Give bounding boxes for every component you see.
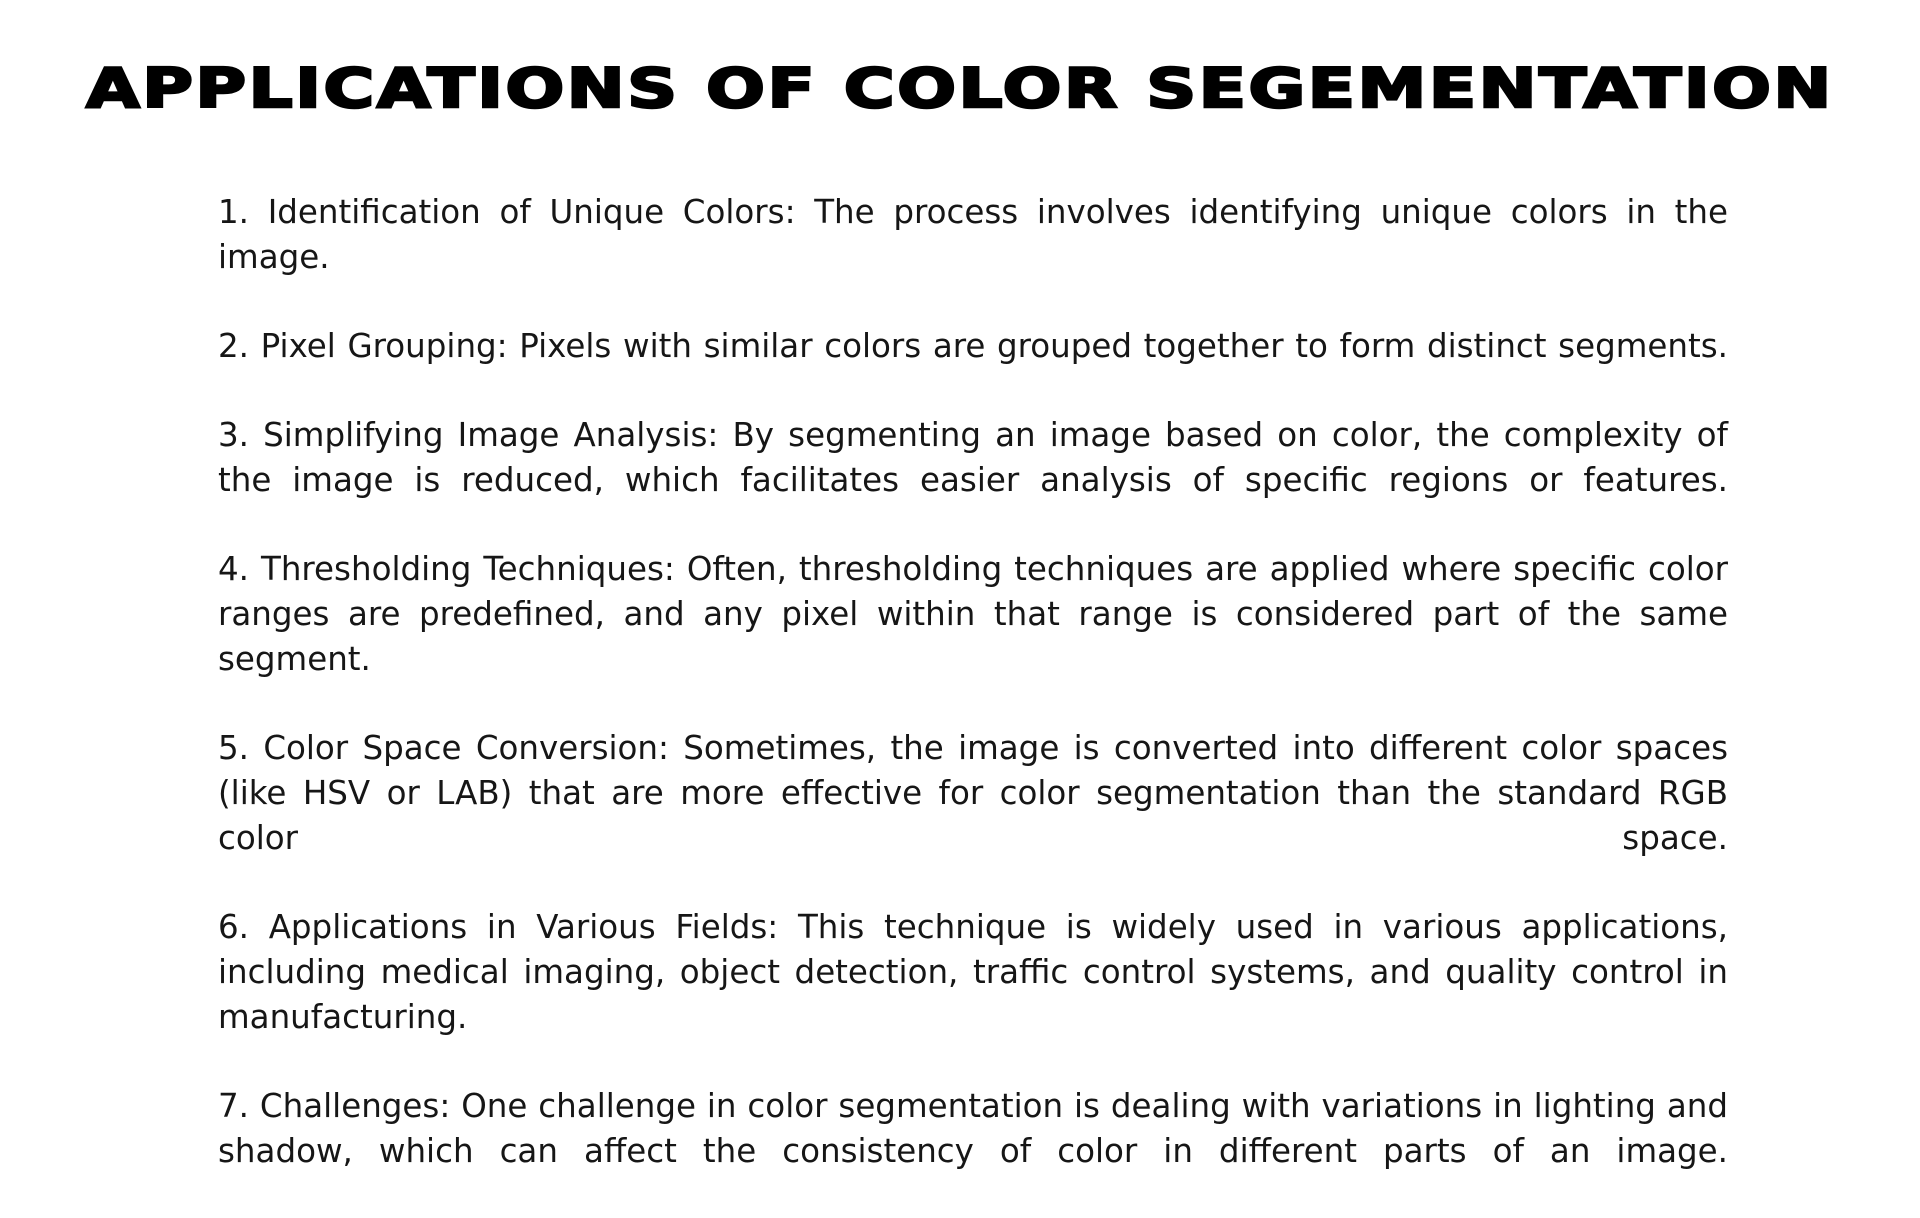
point-thresholding-techniques: 4. Thresholding Techniques: Often, thres… <box>218 550 1728 678</box>
point-challenges: 7. Challenges: One challenge in color se… <box>218 1087 1728 1170</box>
point-applications-in-various-fields: 6. Applications in Various Fields: This … <box>218 908 1728 1036</box>
point-color-space-conversion: 5. Color Space Conversion: Sometimes, th… <box>218 729 1728 857</box>
slide-title: APPLICATIONS OF COLOR SEGEMENTATION <box>85 56 1834 122</box>
application-points-list: 1. Identification of Unique Colors: The … <box>218 190 1728 1218</box>
point-pixel-grouping: 2. Pixel Grouping: Pixels with similar c… <box>218 327 1728 365</box>
point-identification-of-unique-colors: 1. Identification of Unique Colors: The … <box>218 193 1728 276</box>
point-simplifying-image-analysis: 3. Simplifying Image Analysis: By segmen… <box>218 416 1728 499</box>
